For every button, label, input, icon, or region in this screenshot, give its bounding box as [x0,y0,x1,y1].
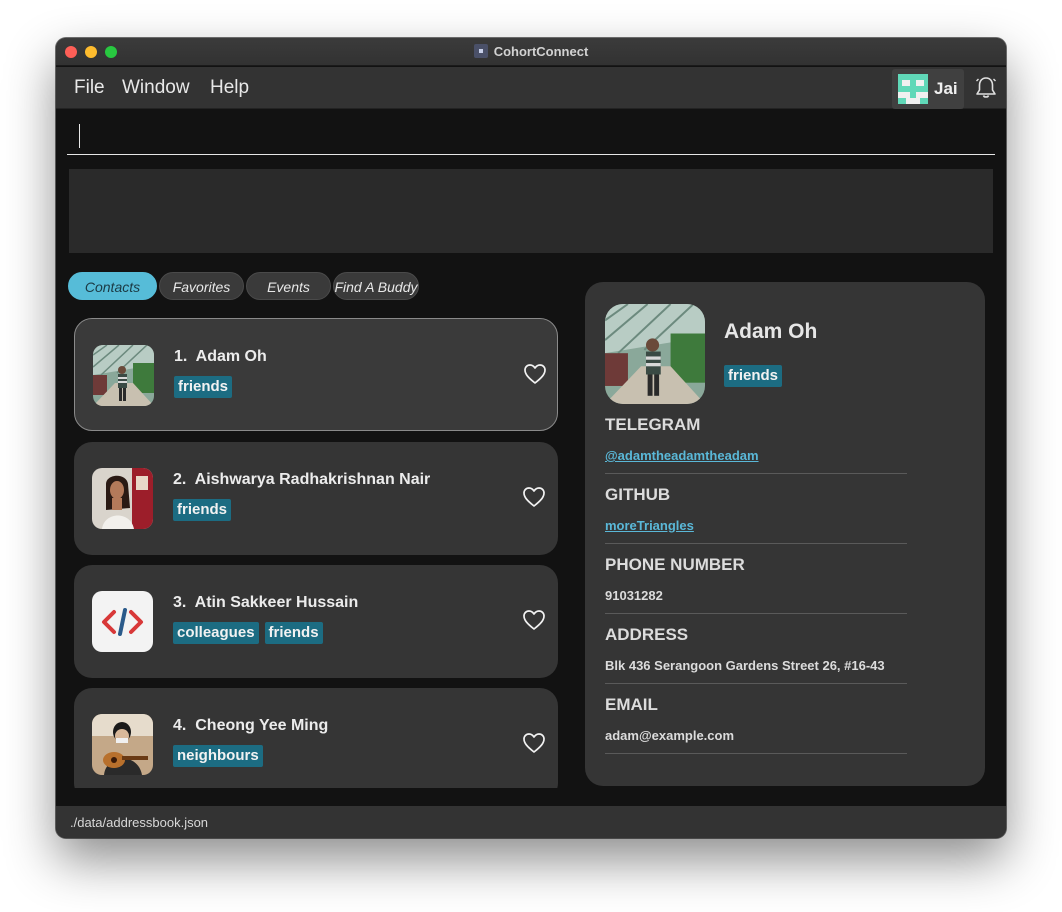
heart-outline-icon[interactable] [523,363,547,385]
contact-card[interactable]: 2. Aishwarya Radhakrishnan Nair friends [74,442,558,555]
detail-tags: friends [724,365,788,387]
tab-favorites[interactable]: Favorites [159,272,244,300]
field-label: EMAIL [605,695,658,714]
contact-name: 1. Adam Oh [174,348,267,365]
tag: friends [724,365,783,387]
user-name: Jai [934,79,958,98]
heart-outline-icon[interactable] [522,609,546,631]
divider [605,543,907,544]
file-path: ./data/addressbook.json [70,815,209,830]
user-avatar [898,74,928,104]
contact-tags: friends [174,376,238,398]
contact-list[interactable]: 1. Adam Oh friends 2. Aishwarya Radhakri… [74,318,558,788]
window-title: CohortConnect [56,44,1006,59]
email-field: EMAIL adam@example.com [605,695,907,754]
github-link[interactable]: moreTriangles [605,518,907,537]
avatar [93,345,154,406]
phone-field: PHONE NUMBER 91031282 [605,555,907,614]
contact-name: 2. Aishwarya Radhakrishnan Nair [173,471,431,488]
email-value: adam@example.com [605,728,735,743]
menu-file[interactable]: File [74,77,105,99]
contact-tags: neighbours [173,745,269,767]
tag: friends [264,622,323,644]
field-label: TELEGRAM [605,415,701,434]
contact-tags: friends [173,499,237,521]
menu-bar: File Window Help Jai [56,67,1006,109]
divider [605,613,907,614]
tag: colleagues [173,622,259,644]
contact-card[interactable]: 4. Cheong Yee Ming neighbours [74,688,558,788]
app-icon [473,44,488,58]
tag: neighbours [173,745,263,767]
tab-contacts[interactable]: Contacts [68,272,157,300]
address-value: Blk 436 Serangoon Gardens Street 26, #16… [605,658,885,673]
status-bar: ./data/addressbook.json [56,806,1006,838]
bell-icon[interactable] [973,75,999,101]
tab-find-a-buddy[interactable]: Find A Buddy [333,272,419,300]
contact-card[interactable]: 1. Adam Oh friends [74,318,558,431]
detail-avatar [605,304,705,404]
app-window: CohortConnect File Window Help Jai Conta… [56,38,1006,838]
field-label: ADDRESS [605,625,689,644]
avatar [92,714,153,775]
tag: friends [173,499,232,521]
text-caret [79,124,80,148]
divider [605,473,907,474]
user-profile-button[interactable]: Jai [892,69,964,109]
menu-help[interactable]: Help [210,77,249,99]
tab-events[interactable]: Events [246,272,331,300]
github-field: GITHUB moreTriangles [605,485,907,544]
heart-outline-icon[interactable] [522,732,546,754]
menu-window[interactable]: Window [122,77,190,99]
telegram-field: TELEGRAM @adamtheadamtheadam [605,415,907,474]
command-input[interactable] [67,118,995,154]
contact-tags: colleagues friends [173,622,329,644]
avatar [92,468,153,529]
field-label: PHONE NUMBER [605,555,745,574]
command-box [67,118,995,155]
address-field: ADDRESS Blk 436 Serangoon Gardens Street… [605,625,907,684]
contact-card[interactable]: 3. Atin Sakkeer Hussain colleagues friend… [74,565,558,678]
heart-outline-icon[interactable] [522,486,546,508]
phone-value: 91031282 [605,588,663,603]
contact-detail-panel: Adam Oh friends TELEGRAM @adamtheadamthe… [585,282,985,786]
telegram-link[interactable]: @adamtheadamtheadam [605,448,907,467]
divider [605,753,907,754]
tag: friends [174,376,233,398]
divider [605,683,907,684]
result-display [69,169,993,253]
contact-name: 3. Atin Sakkeer Hussain [173,594,359,611]
code-icon [92,591,153,652]
contact-name: 4. Cheong Yee Ming [173,717,329,734]
title-bar: CohortConnect [56,38,1006,66]
field-label: GITHUB [605,485,671,504]
detail-name: Adam Oh [724,320,818,343]
